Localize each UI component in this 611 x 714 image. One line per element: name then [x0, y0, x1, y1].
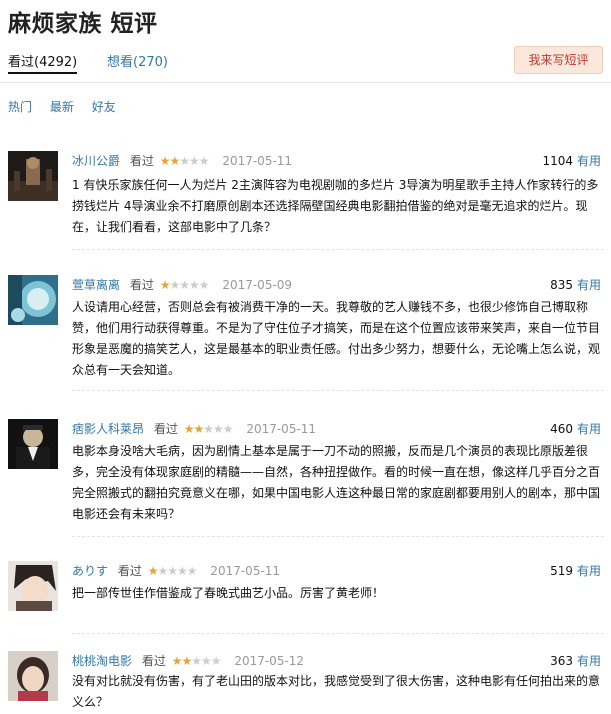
reviewer-name[interactable]: 萱草离离 [72, 278, 120, 292]
useful-button[interactable]: 有用 [577, 154, 601, 168]
review-date: 2017-05-09 [222, 278, 293, 292]
tabs-row: 看过(4292) 想看(270) 我来写短评 [0, 42, 611, 82]
review-content: 人设请用心经营，否则总会有被消费干净的一天。我尊敬的艺人赚钱不多，也很少修饰自己… [72, 300, 601, 377]
rating-stars: ★★★★★ [159, 154, 210, 168]
useful-button[interactable]: 有用 [577, 278, 601, 292]
review-content: 没有对比就没有伤害，有了老山田的版本对比，我感觉受到了很大伤害，这种电影有任何拍… [72, 674, 601, 709]
review-date: 2017-05-12 [234, 654, 305, 668]
sort-latest[interactable]: 最新 [50, 100, 74, 114]
watched-label: 看过 [129, 278, 154, 292]
review-meta: 痞影人科莱昂 看过 ★★★★★ 2017-05-11 [72, 420, 316, 437]
review-divider [72, 633, 604, 634]
sort-hot[interactable]: 热门 [8, 100, 32, 114]
review-date: 2017-05-11 [210, 564, 281, 578]
review-content: 电影本身没啥大毛病，因为剧情上基本是属于一刀不动的照搬，反而是几个演员的表现比原… [72, 444, 601, 521]
reviewer-name[interactable]: ありす [72, 564, 108, 578]
review-meta: 冰川公爵 看过 ★★★★★ 2017-05-11 [72, 152, 292, 169]
header-divider [0, 82, 611, 83]
avatar[interactable] [8, 275, 58, 325]
avatar[interactable] [8, 651, 58, 701]
reviewer-name[interactable]: 冰川公爵 [72, 154, 120, 168]
review-content: 1 有快乐家族任何一人为烂片 2主演阵容为电视剧咖的多烂片 3导演为明星歌手主持… [72, 178, 599, 234]
avatar[interactable] [8, 419, 58, 469]
review-divider [72, 536, 604, 537]
sort-friends[interactable]: 好友 [92, 100, 116, 114]
tab-want-to-watch[interactable]: 想看(270) [107, 51, 168, 70]
watched-label: 看过 [117, 564, 142, 578]
write-review-button[interactable]: 我来写短评 [514, 46, 603, 74]
rating-stars: ★★★★★ [159, 278, 210, 292]
review-divider [72, 249, 604, 250]
vote-count: 519 有用 [550, 564, 601, 578]
useful-button[interactable]: 有用 [577, 564, 601, 578]
useful-button[interactable]: 有用 [577, 654, 601, 668]
review-date: 2017-05-11 [246, 422, 317, 436]
sort-options: 热门 最新 好友 [8, 98, 130, 115]
review-content: 把一部传世佳作借鉴成了春晚式曲艺小品。厉害了黄老师！ [72, 586, 385, 600]
review-meta: ありす 看过 ★★★★★ 2017-05-11 [72, 562, 280, 579]
vote-count: 363 有用 [550, 654, 601, 668]
tab-watched[interactable]: 看过(4292) [8, 51, 78, 74]
avatar[interactable] [8, 151, 58, 201]
review-meta: 萱草离离 看过 ★★★★★ 2017-05-09 [72, 276, 292, 293]
useful-button[interactable]: 有用 [577, 422, 601, 436]
rating-stars: ★★★★★ [147, 564, 198, 578]
review-date: 2017-05-11 [222, 154, 293, 168]
rating-stars: ★★★★★ [171, 654, 222, 668]
watched-label: 看过 [153, 422, 178, 436]
review-meta: 桃桃淘电影 看过 ★★★★★ 2017-05-12 [72, 652, 304, 669]
rating-stars: ★★★★★ [183, 422, 234, 436]
vote-count: 460 有用 [550, 422, 601, 436]
vote-count: 835 有用 [550, 278, 601, 292]
watched-label: 看过 [141, 654, 166, 668]
reviewer-name[interactable]: 痞影人科莱昂 [72, 422, 144, 436]
reviewer-name[interactable]: 桃桃淘电影 [72, 654, 132, 668]
avatar[interactable] [8, 561, 58, 611]
watched-label: 看过 [129, 154, 154, 168]
vote-count: 1104 有用 [542, 154, 601, 168]
page-title: 麻烦家族 短评 [8, 11, 158, 37]
review-divider [72, 390, 604, 391]
